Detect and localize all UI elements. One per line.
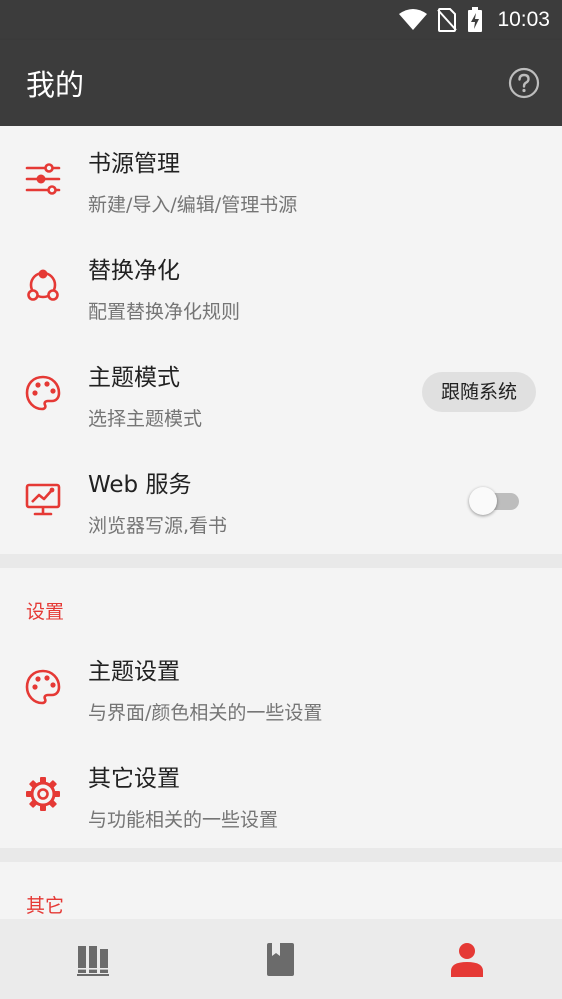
web-service-switch[interactable] [469, 486, 521, 516]
section-divider [0, 554, 562, 568]
item-subtitle: 与界面/颜色相关的一些设置 [88, 702, 323, 724]
menu-item-other-settings[interactable]: 其它设置 与功能相关的一些设置 [0, 741, 562, 848]
status-icons: 10:03 [399, 7, 550, 33]
item-subtitle: 新建/导入/编辑/管理书源 [88, 194, 298, 216]
page-title: 我的 [26, 68, 85, 102]
status-time: 10:03 [497, 8, 550, 31]
switch-thumb [469, 487, 497, 515]
item-subtitle: 配置替换净化规则 [88, 301, 241, 323]
person-icon[interactable] [449, 941, 485, 977]
section-divider [0, 848, 562, 862]
palette-icon [25, 375, 61, 411]
app-bar: 我的 [0, 40, 562, 126]
section-title: 设置 [26, 601, 65, 623]
item-title: 主题设置 [88, 659, 180, 685]
settings-card: 设置 主题设置 与界面/颜色相关的一些设置 其它设置 与功能相关的一些设置 [0, 568, 562, 848]
palette-icon [25, 669, 61, 705]
status-bar: 10:03 [0, 0, 562, 40]
item-subtitle: 选择主题模式 [88, 408, 203, 430]
item-title: 主题模式 [88, 365, 180, 391]
item-title: 替换净化 [88, 258, 180, 284]
main-menu-card: 书源管理 新建/导入/编辑/管理书源 替换净化 配置替换净化规则 主题模式 选择… [0, 126, 562, 554]
section-header-settings: 设置 [0, 568, 562, 634]
web-monitor-icon [25, 483, 61, 516]
other-card: 其它 [0, 862, 562, 919]
sliders-icon [25, 163, 61, 195]
menu-item-theme-settings[interactable]: 主题设置 与界面/颜色相关的一些设置 [0, 634, 562, 741]
content-scroll[interactable]: 书源管理 新建/导入/编辑/管理书源 替换净化 配置替换净化规则 主题模式 选择… [0, 126, 562, 919]
help-circle-icon[interactable] [508, 67, 540, 99]
no-sim-icon [437, 8, 458, 32]
item-subtitle: 浏览器写源,看书 [88, 515, 228, 537]
menu-item-replace-purify[interactable]: 替换净化 配置替换净化规则 [0, 233, 562, 340]
item-title: 其它设置 [88, 766, 180, 792]
replace-purify-icon [27, 269, 59, 301]
bookshelf-icon[interactable] [75, 941, 111, 977]
menu-item-book-source[interactable]: 书源管理 新建/导入/编辑/管理书源 [0, 126, 562, 233]
section-header-other: 其它 [0, 862, 562, 919]
item-title: 书源管理 [88, 151, 180, 177]
book-bookmark-icon[interactable] [262, 941, 298, 977]
item-subtitle: 与功能相关的一些设置 [88, 809, 279, 831]
bottom-nav [0, 919, 562, 999]
item-title: Web 服务 [88, 472, 192, 498]
theme-mode-chip[interactable]: 跟随系统 [421, 372, 536, 412]
section-title: 其它 [26, 895, 65, 917]
battery-charging-icon [468, 7, 483, 32]
wifi-icon [399, 9, 428, 30]
gear-icon [26, 777, 60, 811]
